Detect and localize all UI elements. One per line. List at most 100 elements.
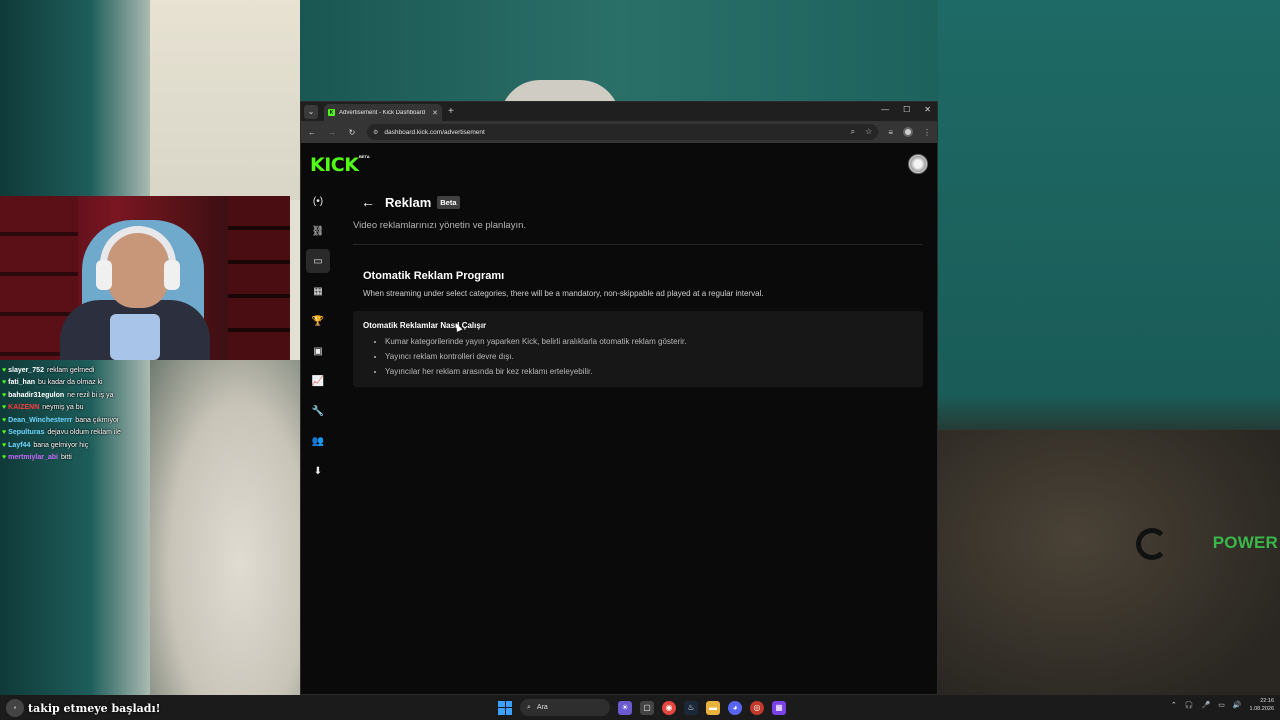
- main-content: ← Reklam Beta Video reklamlarınızı yönet…: [353, 192, 923, 387]
- url-text: dashboard.kick.com/advertisement: [384, 128, 485, 136]
- minimize-button[interactable]: —: [881, 105, 889, 114]
- taskbar-search-label: Ara: [536, 704, 548, 711]
- sidebar-item-advertisement[interactable]: ▭: [306, 249, 330, 273]
- chat-overlay: ♥ slayer_752 reklam gelmedi ♥ fati_han bu kad…: [2, 364, 202, 464]
- sidebar-item-media[interactable]: ▣: [306, 339, 330, 363]
- chat-badge-icon: ♥: [2, 416, 7, 424]
- kick-header: KICK BETA: [301, 145, 937, 183]
- chat-text: bana gelmiyor hiç: [33, 441, 89, 449]
- headset-ear-right: [164, 260, 180, 290]
- chat-message: ♥ Layf44 bana gelmiyor hiç: [2, 439, 202, 452]
- follow-notification: ● takip etmeye başladı!: [6, 699, 160, 717]
- user-avatar[interactable]: [908, 154, 928, 174]
- profile-icon[interactable]: [903, 127, 913, 137]
- sidebar-item-stream[interactable]: (•): [306, 189, 330, 213]
- chat-badge-icon: ♥: [2, 391, 7, 399]
- page-header: ← Reklam Beta: [361, 192, 923, 212]
- chat-username: KAIZENN: [8, 404, 40, 412]
- chat-badge-icon: ♥: [2, 429, 7, 437]
- headphones-icon[interactable]: 🎧: [1185, 701, 1194, 709]
- file-explorer-icon[interactable]: ▬: [706, 700, 720, 715]
- chat-message: ♥ KAIZENN neymiş ya bu: [2, 402, 202, 415]
- reload-button[interactable]: ↻: [347, 128, 357, 137]
- list-item: Yayıncı reklam kontrolleri devre dışı.: [385, 349, 913, 364]
- tab-advertisement[interactable]: K Advertisement - Kick Dashboard ✕: [324, 104, 442, 121]
- chat-text: reklam gelmedi: [46, 366, 95, 374]
- divider: [353, 244, 923, 245]
- mic-icon[interactable]: 🎤: [1201, 701, 1210, 709]
- app-grid-icon[interactable]: ▦: [772, 700, 786, 715]
- sidebar-item-community[interactable]: 👥: [306, 429, 330, 453]
- power-logo-icon: [1136, 528, 1168, 560]
- discord-app-icon[interactable]: ◕: [728, 700, 742, 715]
- chat-username: Sepulturas: [8, 429, 45, 437]
- sidebar-item-tools[interactable]: 🔧: [306, 399, 330, 423]
- menu-icon[interactable]: ⋮: [923, 128, 931, 137]
- address-bar: ← → ↻ ⚙ dashboard.kick.com/advertisement…: [301, 121, 937, 143]
- site-info-icon[interactable]: ⚙: [373, 129, 378, 136]
- sidebar-item-download[interactable]: ⬇: [306, 459, 330, 483]
- back-button[interactable]: ←: [307, 128, 317, 137]
- close-window-button[interactable]: ✕: [924, 105, 931, 114]
- chat-username: slayer_752: [8, 366, 44, 374]
- clock[interactable]: 22:16 1.08.2026: [1250, 697, 1274, 713]
- chat-username: fati_han: [8, 379, 35, 387]
- chat-username: mertmiylar_abi: [8, 454, 58, 462]
- sidebar-item-analytics[interactable]: ▦: [306, 279, 330, 303]
- back-arrow-icon[interactable]: ←: [361, 194, 375, 210]
- info-list: Kumar kategorilerinde yayın yaparken Kic…: [363, 334, 913, 379]
- bookmark-star-icon[interactable]: ☆: [865, 127, 872, 137]
- notification-avatar: ●: [6, 699, 24, 717]
- sidebar-item-achievements[interactable]: 🏆: [306, 309, 330, 333]
- url-input[interactable]: ⚙ dashboard.kick.com/advertisement ⌕ ☆: [367, 124, 879, 140]
- chat-text: ne rezil bi iş ya: [67, 391, 114, 399]
- obs-app-icon[interactable]: ◎: [750, 700, 764, 715]
- chat-username: bahadir31egulon: [8, 391, 65, 399]
- page-title: Reklam: [385, 194, 432, 210]
- tray-overflow-icon[interactable]: ⌃: [1171, 701, 1177, 709]
- chat-message: ♥ slayer_752 reklam gelmedi: [2, 364, 202, 377]
- sidebar-item-stats[interactable]: 📈: [306, 369, 330, 393]
- task-view-icon[interactable]: ▢: [640, 700, 654, 715]
- kick-logo-beta: BETA: [359, 154, 370, 159]
- chat-text: bitti: [60, 454, 72, 462]
- notification-text: takip etmeye başladı!: [28, 701, 161, 715]
- reading-list-icon[interactable]: ≡: [888, 128, 893, 137]
- tab-title: Advertisement - Kick Dashboard: [339, 109, 426, 116]
- chat-badge-icon: ♥: [2, 366, 7, 374]
- clock-time: 22:16: [1260, 698, 1274, 704]
- headset-ear-left: [96, 260, 112, 290]
- info-title: Otomatik Reklamlar Nasıl Çalışır: [363, 321, 487, 330]
- volume-icon[interactable]: 🔊: [1233, 701, 1242, 709]
- chat-text: neymiş ya bu: [42, 404, 84, 412]
- windows-start-icon[interactable]: [498, 700, 512, 715]
- window-controls: — ☐ ✕: [881, 105, 931, 114]
- widget-app-icon[interactable]: ☀: [618, 700, 632, 715]
- kick-logo[interactable]: KICK: [310, 154, 359, 176]
- zoom-icon[interactable]: ⌕: [851, 127, 855, 137]
- webcam-overlay: [0, 196, 290, 360]
- chat-text: bu kadar da olmaz ki: [38, 379, 103, 387]
- section-title: Otomatik Reklam Programı: [363, 270, 505, 282]
- taskbar-search[interactable]: ⌕ Ara: [520, 699, 610, 716]
- new-tab-button[interactable]: +: [448, 106, 454, 117]
- browser-window: ⌄ K Advertisement - Kick Dashboard ✕ + —…: [300, 101, 938, 695]
- taskbar-apps: ⌕ Ara ☀ ▢ ◉ ♨ ▬ ◕ ◎ ▦: [498, 699, 786, 716]
- chat-message: ♥ fati_han bu kadar da olmaz ki: [2, 377, 202, 390]
- tab-search-button[interactable]: ⌄: [304, 104, 318, 119]
- dashboard-sidebar: (•) ⛓ ▭ ▦ 🏆 ▣ 📈 🔧 👥 ⬇: [306, 189, 330, 489]
- maximize-button[interactable]: ☐: [903, 105, 910, 114]
- background-top-strip: [300, 0, 938, 102]
- webcam-shelf-right: [228, 196, 290, 360]
- sidebar-item-links[interactable]: ⛓: [306, 219, 330, 243]
- tab-close-icon[interactable]: ✕: [432, 109, 438, 117]
- steam-app-icon[interactable]: ♨: [684, 700, 698, 715]
- tab-bar: ⌄ K Advertisement - Kick Dashboard ✕ + —…: [301, 102, 937, 121]
- forward-button[interactable]: →: [327, 128, 337, 137]
- chrome-app-icon[interactable]: ◉: [662, 700, 676, 715]
- webcam-shirt: [110, 314, 160, 360]
- chat-badge-icon: ♥: [2, 404, 7, 412]
- auto-ad-section: Otomatik Reklam Programı When streaming …: [363, 270, 923, 298]
- network-icon[interactable]: ▭: [1218, 701, 1225, 709]
- chat-badge-icon: ♥: [2, 379, 7, 387]
